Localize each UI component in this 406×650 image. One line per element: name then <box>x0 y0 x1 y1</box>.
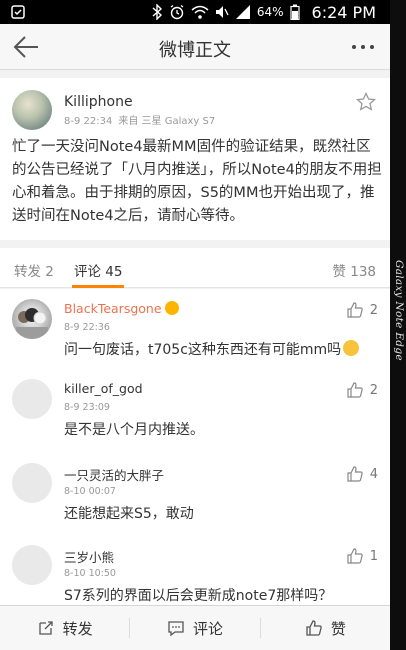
device-edge-label: Galaxy Note Edge <box>393 260 405 361</box>
comment-item: killer_of_god 8-9 23:09 是不是八个月内推送。 2 <box>0 369 390 454</box>
tab-repost[interactable]: 转发 2 <box>14 260 54 280</box>
tab-comments[interactable]: 评论 45 <box>74 260 122 280</box>
comment-button[interactable]: 评论 <box>130 606 259 650</box>
comment-list: BlackTearsgone 8-9 22:36 问一句废话，t705c这种东西… <box>0 289 390 605</box>
signal-icon <box>235 5 250 19</box>
post-body: 忙了一天没问Note4最新MM固件的验证结果，既然社区的公告已经说了「八月内推送… <box>12 139 382 224</box>
commenter-name[interactable]: killer_of_god <box>64 381 143 396</box>
comment-label: 评论 <box>192 619 223 638</box>
like-count: 2 <box>369 382 378 398</box>
more-options-button[interactable] <box>348 36 378 58</box>
commenter-avatar[interactable] <box>12 463 52 503</box>
comment-icon <box>168 621 184 637</box>
thumbs-up-icon <box>347 302 363 318</box>
commenter-avatar[interactable] <box>12 299 52 339</box>
comment-text: S7系列的界面以后会更新成note7那样吗？ <box>64 588 333 604</box>
thumbs-up-icon <box>347 466 363 482</box>
page-title: 微博正文 <box>159 40 231 61</box>
comment-text: 是不是八个月内推送。 <box>64 422 204 438</box>
more-dot-icon <box>370 45 374 49</box>
battery-icon <box>289 4 300 20</box>
phone-screen: 64% 6:24 PM 微博正文 Killiphone 8-9 22:34 来自 … <box>0 0 390 650</box>
post-source: 来自 三星 Galaxy S7 <box>118 116 216 127</box>
thumbs-up-icon <box>306 620 322 636</box>
comment-time: 8-9 22:36 <box>64 322 110 333</box>
vip-badge-icon <box>164 301 179 315</box>
comment-time: 8-10 00:07 <box>64 486 116 497</box>
post-author[interactable]: Killiphone <box>64 94 133 110</box>
mute-icon <box>215 6 229 18</box>
back-arrow-icon[interactable] <box>12 34 42 60</box>
battery-percent: 64% <box>256 5 284 19</box>
interaction-tabs: 转发 2 评论 45 赞 138 <box>0 248 390 288</box>
alarm-icon <box>170 4 184 20</box>
comment-text-body: 问一句废话，t705c这种东西还有可能mm吗 <box>64 342 342 358</box>
tab-likes[interactable]: 赞 138 <box>332 260 376 280</box>
comment-item: 一只灵活的大胖子 8-10 00:07 还能想起来S5，敢动 4 <box>0 453 390 538</box>
like-label: 赞 <box>330 619 346 638</box>
favorite-star-icon[interactable] <box>356 92 376 112</box>
weibo-post: Killiphone 8-9 22:34 来自 三星 Galaxy S7 忙了一天… <box>0 78 390 240</box>
comment-text: 还能想起来S5，敢动 <box>64 506 194 522</box>
commenter-name-text[interactable]: BlackTearsgone <box>64 301 162 316</box>
wifi-icon <box>191 5 209 19</box>
author-avatar[interactable] <box>12 90 52 130</box>
commenter-name[interactable]: 三岁小熊 <box>64 547 114 566</box>
commenter-name[interactable]: 一只灵活的大胖子 <box>64 465 164 484</box>
comment-time: 8-10 10:50 <box>64 568 116 579</box>
status-bar: 64% 6:24 PM <box>0 0 390 24</box>
comment-text: 问一句废话，t705c这种东西还有可能mm吗 <box>64 339 360 359</box>
bear-avatar-icon <box>16 308 48 339</box>
thumbs-up-icon <box>347 548 363 564</box>
clock: 6:24 PM <box>311 2 376 22</box>
comment-time: 8-9 23:09 <box>64 402 110 413</box>
comment-like-button[interactable]: 4 <box>346 465 378 483</box>
like-button[interactable]: 赞 <box>261 606 390 650</box>
bluetooth-icon <box>152 4 162 20</box>
more-dot-icon <box>361 45 365 49</box>
repost-icon <box>39 621 53 635</box>
comment-like-button[interactable]: 1 <box>346 547 378 565</box>
commenter-avatar[interactable] <box>12 545 52 585</box>
like-count: 4 <box>369 466 378 482</box>
repost-label: 转发 <box>62 619 93 638</box>
commenter-avatar[interactable] <box>12 379 52 419</box>
comment-like-button[interactable]: 2 <box>346 381 378 399</box>
bottom-action-bar: 转发 评论 赞 <box>0 605 390 650</box>
post-time: 8-9 22:34 <box>64 116 113 127</box>
like-count: 2 <box>369 302 378 318</box>
comment-item: BlackTearsgone 8-9 22:36 问一句废话，t705c这种东西… <box>0 289 390 374</box>
repost-button[interactable]: 转发 <box>0 606 129 650</box>
thumbs-up-icon <box>347 382 363 398</box>
commenter-name[interactable]: BlackTearsgone <box>64 301 179 316</box>
active-tab-indicator <box>72 285 124 288</box>
post-meta: 8-9 22:34 来自 三星 Galaxy S7 <box>64 112 215 127</box>
app-notification-icon <box>11 5 25 19</box>
like-count: 1 <box>369 548 378 564</box>
comment-like-button[interactable]: 2 <box>346 301 378 319</box>
more-dot-icon <box>352 45 356 49</box>
top-bar: 微博正文 <box>0 24 390 70</box>
emoji-icon <box>343 340 360 356</box>
